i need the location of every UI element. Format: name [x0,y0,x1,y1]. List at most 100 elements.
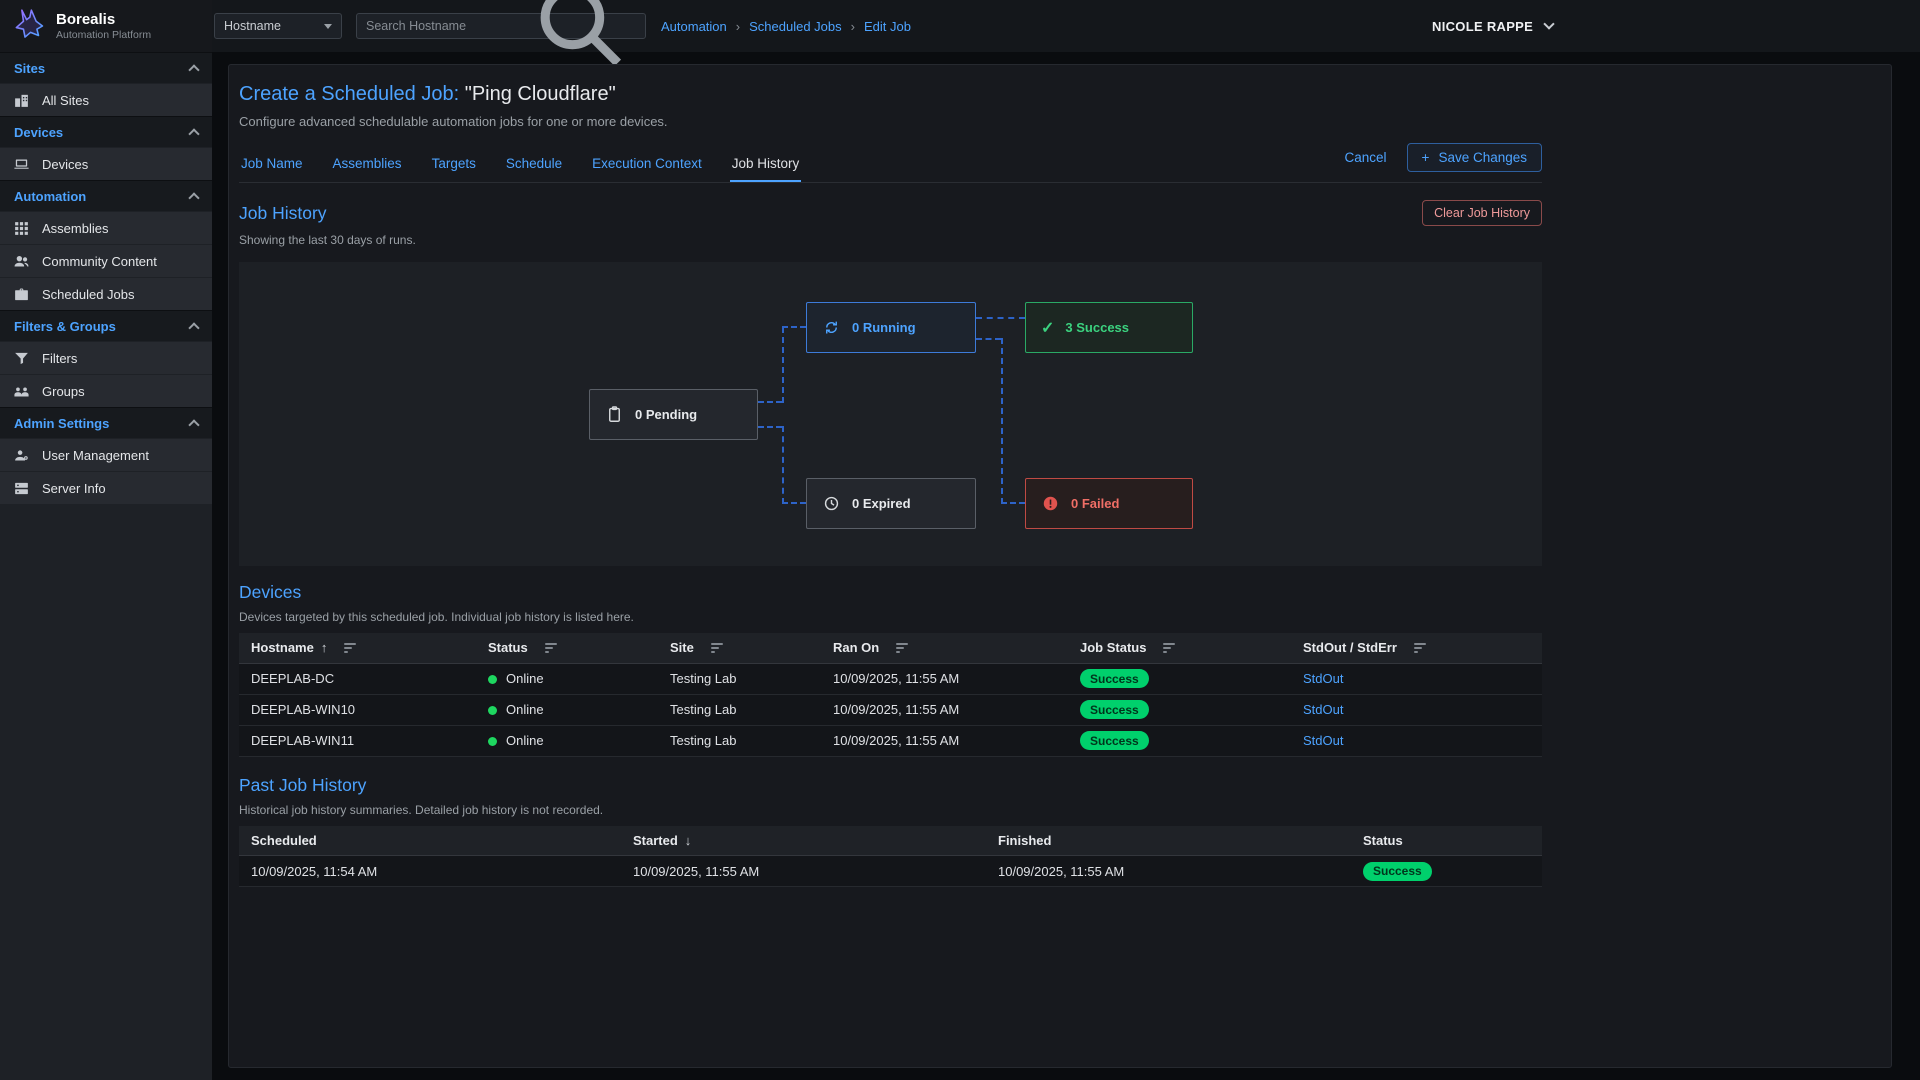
search-input[interactable] [366,19,527,33]
cell-scheduled: 10/09/2025, 11:54 AM [239,856,621,887]
sidebar-section-devices[interactable]: Devices [0,116,212,147]
brand-header: Borealis Automation Platform [0,0,212,52]
status-badge: Success [1080,669,1149,688]
tab-job-history[interactable]: Job History [730,148,802,182]
sidebar-item-label: User Management [42,448,149,463]
cell-finished: 10/09/2025, 11:55 AM [986,856,1351,887]
col-header-job-status[interactable]: Job Status [1068,633,1291,663]
col-header-site[interactable]: Site [658,633,821,663]
flow-connector [782,327,784,403]
breadcrumb-separator: › [736,19,740,34]
sidebar-item-user-management[interactable]: User Management [0,438,212,471]
people-group-icon [13,383,30,400]
past-job-history-subheading: Historical job history summaries. Detail… [239,803,1542,817]
sidebar-section-filters-groups[interactable]: Filters & Groups [0,310,212,341]
col-header-finished[interactable]: Finished [986,826,1351,856]
sidebar-section-admin-settings[interactable]: Admin Settings [0,407,212,438]
stdout-link[interactable]: StdOut [1303,733,1343,748]
flow-connector [758,426,782,428]
sidebar-item-community-content[interactable]: Community Content [0,244,212,277]
page-title-job-name: "Ping Cloudflare" [465,83,616,105]
col-header-status[interactable]: Status [476,633,658,663]
cell-hostname: DEEPLAB-WIN10 [239,694,476,725]
past-job-history-heading: Past Job History [239,775,1542,796]
filter-icon[interactable] [711,641,723,655]
tab-schedule[interactable]: Schedule [504,148,564,182]
flow-connector [1001,338,1003,504]
sidebar-section-sites[interactable]: Sites [0,52,212,83]
cell-site: Testing Lab [658,694,821,725]
save-changes-label: Save Changes [1438,150,1527,165]
filter-icon[interactable] [1414,641,1426,655]
hostname-select[interactable]: Hostname [214,13,342,39]
stdout-link[interactable]: StdOut [1303,702,1343,717]
job-history-section-head: Job History Clear Job History [239,200,1542,226]
col-label: Site [670,640,694,655]
sidebar-item-scheduled-jobs[interactable]: Scheduled Jobs [0,277,212,310]
clock-icon [822,494,841,513]
sidebar-item-assemblies[interactable]: Assemblies [0,211,212,244]
sidebar-item-devices[interactable]: Devices [0,147,212,180]
breadcrumb-separator: › [851,19,855,34]
breadcrumb-automation[interactable]: Automation [661,19,727,34]
cell-ran-on: 10/09/2025, 11:55 AM [821,694,1068,725]
tab-execution-context[interactable]: Execution Context [590,148,704,182]
cancel-button[interactable]: Cancel [1345,150,1387,165]
online-status-dot [488,675,497,684]
section-label: Automation [14,189,86,204]
col-header-stdout[interactable]: StdOut / StdErr [1291,633,1542,663]
col-header-status[interactable]: Status [1351,826,1542,856]
sidebar-item-label: Assemblies [42,221,108,236]
tab-assemblies[interactable]: Assemblies [331,148,404,182]
col-header-ran-on[interactable]: Ran On [821,633,1068,663]
sidebar-item-label: Server Info [42,481,106,496]
flow-connector [782,502,806,504]
chevron-down-icon [324,24,332,29]
col-label: Started [633,833,678,848]
col-header-scheduled[interactable]: Scheduled [239,826,621,856]
filter-icon[interactable] [344,641,356,655]
page-title: Create a Scheduled Job: "Ping Cloudflare… [239,83,1542,106]
stdout-link[interactable]: StdOut [1303,671,1343,686]
flow-node-label: 0 Running [852,320,916,335]
breadcrumb-edit-job[interactable]: Edit Job [864,19,911,34]
col-label: Status [1363,833,1403,848]
col-header-started[interactable]: Started ↓ [621,826,986,856]
save-changes-button[interactable]: + Save Changes [1407,143,1542,172]
filter-icon[interactable] [896,641,908,655]
app-root: Borealis Automation Platform Sites All S… [0,0,1920,1080]
breadcrumb-scheduled-jobs[interactable]: Scheduled Jobs [749,19,842,34]
sidebar-item-label: Community Content [42,254,157,269]
past-history-header-row: Scheduled Started ↓ Finished Status [239,826,1542,856]
sidebar: Borealis Automation Platform Sites All S… [0,0,212,1080]
col-header-hostname[interactable]: Hostname ↑ [239,633,476,663]
clear-job-history-button[interactable]: Clear Job History [1422,200,1542,226]
cell-status: Online [476,694,658,725]
topbar: Hostname Automation › Scheduled Jobs › E… [212,0,1920,52]
breadcrumb: Automation › Scheduled Jobs › Edit Job [661,19,911,34]
job-history-heading: Job History [239,203,327,224]
funnel-icon [13,350,30,367]
sidebar-item-all-sites[interactable]: All Sites [0,83,212,116]
chevron-down-icon [1543,18,1554,29]
flow-node-label: 0 Failed [1071,496,1119,511]
laptop-icon [13,156,30,173]
cell-stdout: StdOut [1291,725,1542,756]
status-badge: Success [1363,862,1432,881]
filter-icon[interactable] [545,641,557,655]
sidebar-item-server-info[interactable]: Server Info [0,471,212,504]
sidebar-item-filters[interactable]: Filters [0,341,212,374]
flow-connector [976,338,1001,340]
sidebar-item-groups[interactable]: Groups [0,374,212,407]
user-name: NICOLE RAPPE [1432,19,1533,34]
tab-targets[interactable]: Targets [430,148,478,182]
job-status-flow-diagram: 0 Pending 0 Running ✓ 3 Success [239,262,1542,566]
tab-job-name[interactable]: Job Name [239,148,305,182]
cell-stdout: StdOut [1291,694,1542,725]
cell-ran-on: 10/09/2025, 11:55 AM [821,725,1068,756]
cell-hostname: DEEPLAB-DC [239,663,476,694]
user-menu[interactable]: NICOLE RAPPE [1432,0,1553,52]
col-label: Ran On [833,640,879,655]
sidebar-section-automation[interactable]: Automation [0,180,212,211]
filter-icon[interactable] [1163,641,1175,655]
